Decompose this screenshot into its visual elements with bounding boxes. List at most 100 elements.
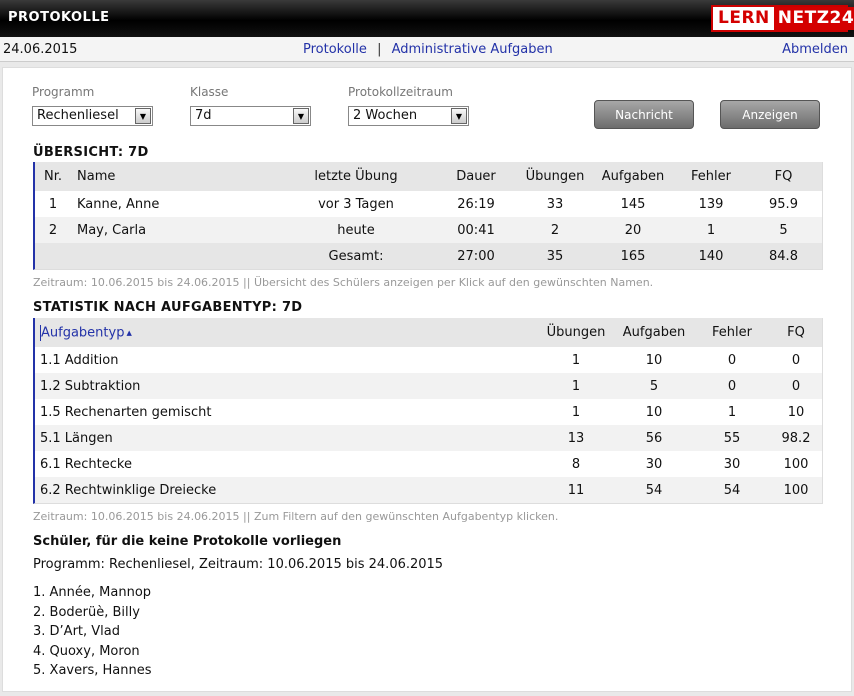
cell-aufgabentyp[interactable]: 5.1 Längen	[35, 425, 538, 451]
cell-fehler: 139	[698, 196, 724, 212]
cell-aufgabentyp[interactable]: 1.5 Rechenarten gemischt	[35, 399, 538, 425]
app-header: PROTOKOLLE LERN NETZ24	[0, 0, 854, 37]
col-aufgaben[interactable]: Aufgaben	[589, 162, 677, 191]
logo-text-right: NETZ24	[773, 7, 854, 30]
cell-fq: 0	[770, 373, 822, 399]
total-fq: 84.8	[745, 243, 822, 269]
nolog-title: Schüler, für die keine Protokolle vorlie…	[33, 534, 342, 549]
lernnetz24-logo[interactable]: LERN NETZ24	[711, 5, 854, 32]
cell-fq: 5	[745, 217, 822, 243]
zeitraum-label: Protokollzeitraum	[348, 85, 453, 99]
cell-fehler: 55	[694, 425, 770, 451]
cell-fehler: 0	[694, 373, 770, 399]
programm-label: Programm	[32, 85, 95, 99]
list-item: 5. Xavers, Hannes	[33, 663, 152, 678]
list-item: 1. Année, Mannop	[33, 585, 152, 600]
overview-table: Nr. Name letzte Übung Dauer Übungen Aufg…	[33, 162, 823, 270]
cell-aufgaben: 10	[645, 404, 663, 420]
stats-table: Aufgabentyp ▲ Übungen Aufgaben Fehler FQ …	[33, 318, 823, 504]
cell-fq: 95.9	[769, 196, 798, 212]
cell-fehler: 30	[723, 456, 741, 472]
table-row[interactable]: 1.5 Rechenarten gemischt 1 10 1 10	[35, 399, 822, 425]
table-row[interactable]: 2 May, Carla heute 00:41 2 20 1 5	[35, 217, 822, 243]
stats-title: STATISTIK NACH AUFGABENTYP: 7D	[33, 300, 303, 315]
nav-bar: 24.06.2015 Protokolle | Administrative A…	[0, 37, 854, 62]
cell-aufgabentyp[interactable]: 6.1 Rechtecke	[35, 451, 538, 477]
list-item: 4. Quoxy, Moron	[33, 643, 140, 659]
cell-fq: 100	[783, 456, 809, 472]
cell-fehler: 54	[694, 477, 770, 503]
cell-nr: 1	[48, 196, 58, 212]
klasse-select[interactable]: 7d ▼	[190, 106, 311, 126]
cell-uebungen: 1	[571, 352, 581, 368]
aufgabentyp-sort-link[interactable]: Aufgabentyp	[41, 325, 124, 340]
total-row: Gesamt: 27:00 35 165 140 84.8	[35, 243, 822, 269]
zeitraum-select-value: 2 Wochen	[353, 108, 418, 123]
total-fehler: 140	[677, 243, 745, 269]
student-name-link[interactable]: Kanne, Anne	[71, 191, 281, 217]
col-fehler[interactable]: Fehler	[677, 162, 745, 191]
nav-link-protokolle[interactable]: Protokolle	[303, 42, 367, 57]
cell-empty	[71, 243, 281, 269]
cell-fehler: 1	[727, 404, 737, 420]
cell-aufgaben: 20	[589, 217, 677, 243]
overview-header-row: Nr. Name letzte Übung Dauer Übungen Aufg…	[35, 162, 822, 191]
col-dauer[interactable]: Dauer	[431, 162, 521, 191]
overview-title: ÜBERSICHT: 7D	[33, 145, 149, 160]
chevron-down-icon[interactable]: ▼	[451, 108, 467, 124]
cell-uebungen: 8	[571, 456, 581, 472]
cell-aufgabentyp[interactable]: 6.2 Rechtwinklige Dreiecke	[35, 477, 538, 503]
table-row[interactable]: 1 Kanne, Anne vor 3 Tagen 26:19 33 145 1…	[35, 191, 822, 217]
zeitraum-select[interactable]: 2 Wochen ▼	[348, 106, 469, 126]
col-uebungen[interactable]: Übungen	[538, 318, 614, 347]
cell-fehler: 0	[727, 352, 737, 368]
cell-aufgaben: 10	[645, 352, 663, 368]
sort-up-icon: ▲	[126, 328, 132, 337]
col-name[interactable]: Name	[71, 162, 281, 191]
stats-hint: Zeitraum: 10.06.2015 bis 24.06.2015 || Z…	[33, 510, 559, 523]
chevron-down-icon[interactable]: ▼	[293, 108, 309, 124]
nav-links: Protokolle | Administrative Aufgaben	[303, 42, 553, 57]
cell-nr: 2	[35, 217, 71, 243]
cell-aufgabentyp[interactable]: 1.1 Addition	[35, 347, 538, 373]
cell-aufgaben: 145	[620, 196, 646, 212]
total-label: Gesamt:	[281, 243, 431, 269]
anzeigen-button[interactable]: Anzeigen	[720, 100, 820, 129]
table-row[interactable]: 1.2 Subtraktion 1 5 0 0	[35, 373, 822, 399]
logout-link[interactable]: Abmelden	[782, 42, 848, 57]
table-row[interactable]: 5.1 Längen 13 56 55 98.2	[35, 425, 822, 451]
student-name-link[interactable]: May, Carla	[71, 217, 281, 243]
programm-select-value: Rechenliesel	[37, 108, 119, 123]
col-aufgabentyp[interactable]: Aufgabentyp ▲	[35, 318, 538, 347]
list-item: 2. Boderüè, Billy	[33, 604, 140, 620]
cell-aufgaben: 54	[614, 477, 694, 503]
cell-aufgabentyp[interactable]: 1.2 Subtraktion	[35, 373, 538, 399]
cell-fq: 0	[791, 352, 801, 368]
nav-link-admin-aufgaben[interactable]: Administrative Aufgaben	[392, 42, 553, 57]
table-row[interactable]: 1.1 Addition 1 10 0 0	[35, 347, 822, 373]
col-fq[interactable]: FQ	[745, 162, 822, 191]
current-date: 24.06.2015	[3, 42, 78, 57]
cell-dauer: 26:19	[457, 196, 495, 212]
cell-letzte-uebung: vor 3 Tagen	[318, 196, 394, 212]
col-fq[interactable]: FQ	[770, 318, 822, 347]
col-uebungen[interactable]: Übungen	[521, 162, 589, 191]
programm-select[interactable]: Rechenliesel ▼	[32, 106, 153, 126]
logo-text-left: LERN	[718, 8, 770, 28]
cell-fq: 98.2	[770, 425, 822, 451]
table-row[interactable]: 6.2 Rechtwinklige Dreiecke 11 54 54 100	[35, 477, 822, 503]
col-fehler[interactable]: Fehler	[694, 318, 770, 347]
chevron-down-icon[interactable]: ▼	[135, 108, 151, 124]
cell-fq: 100	[770, 477, 822, 503]
cell-aufgaben: 5	[614, 373, 694, 399]
total-aufgaben: 165	[589, 243, 677, 269]
page-title: PROTOKOLLE	[8, 10, 110, 25]
table-row[interactable]: 6.1 Rechtecke 8 30 30 100	[35, 451, 822, 477]
total-uebungen: 35	[521, 243, 589, 269]
col-letzte-uebung[interactable]: letzte Übung	[281, 162, 431, 191]
overview-hint: Zeitraum: 10.06.2015 bis 24.06.2015 || Ü…	[33, 276, 654, 289]
nachricht-button[interactable]: Nachricht	[594, 100, 694, 129]
col-aufgaben[interactable]: Aufgaben	[614, 318, 694, 347]
col-nr[interactable]: Nr.	[35, 162, 71, 191]
klasse-select-value: 7d	[195, 108, 212, 123]
